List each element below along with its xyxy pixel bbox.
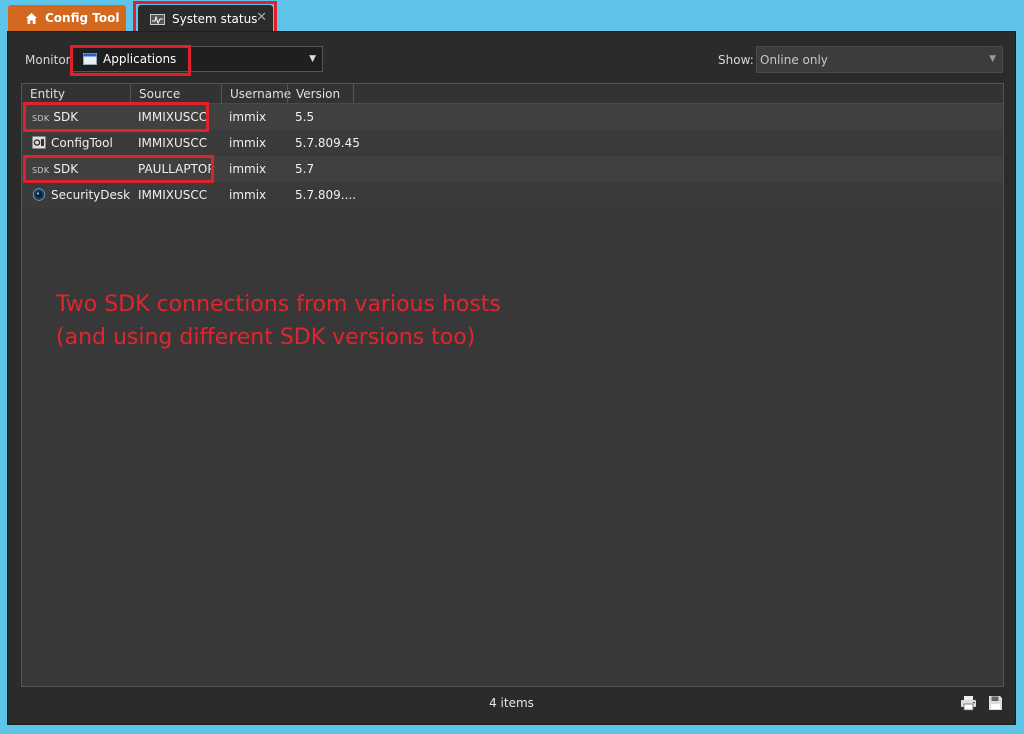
monitor-label: Monitor: [25,53,75,67]
monitor-dropdown[interactable]: Applications ▼ [72,46,323,72]
version-cell: 5.7.809.45 [295,136,360,150]
annotation-text: Two SDK connections from various hosts (… [56,288,501,354]
column-divider[interactable] [221,84,222,103]
table-row[interactable]: ConfigTool IMMIXUSCC immix 5.7.809.45 [22,130,1002,156]
entity-cell: ConfigTool [32,136,113,150]
column-header-version[interactable]: Version [296,87,340,101]
source-cell: IMMIXUSCC [138,188,208,202]
username-cell: immix [229,188,267,202]
table-row[interactable]: SecurityDesk IMMIXUSCC immix 5.7.809.... [22,182,1002,208]
chevron-down-icon: ▼ [309,54,316,64]
username-cell: immix [229,136,267,150]
entity-name: ConfigTool [51,136,113,150]
show-label: Show: [718,53,754,67]
annotation-line-1: Two SDK connections from various hosts [56,292,501,317]
system-status-panel: Monitor: Applications ▼ Show: Online onl… [7,31,1016,725]
source-cell: IMMIXUSCC [138,136,208,150]
table-header: Entity Source Username Version [22,84,1003,104]
save-icon[interactable] [988,695,1003,711]
security-desk-icon [32,188,46,201]
column-divider[interactable] [287,84,288,103]
version-cell: 5.7.809.... [295,188,357,202]
sdk-icon: SDK [32,166,50,175]
source-cell: PAULLAPTOP [138,162,215,176]
column-header-entity[interactable]: Entity [30,87,65,101]
table-row[interactable]: SDK SDK PAULLAPTOP immix 5.7 [22,156,1002,182]
column-divider[interactable] [353,84,354,103]
home-icon [25,12,38,25]
tab-config-tool[interactable]: Config Tool [8,5,126,31]
system-status-icon [150,13,165,25]
username-cell: immix [229,162,267,176]
entity-name: SDK [53,162,79,176]
annotation-line-2: (and using different SDK versions too) [56,325,476,350]
tab-config-tool-label: Config Tool [45,11,120,25]
print-icon[interactable] [960,695,977,711]
version-cell: 5.7 [295,162,315,176]
tab-system-status-label: System status [172,12,258,26]
monitor-value: Applications [103,52,177,66]
column-divider[interactable] [130,84,131,103]
column-header-source[interactable]: Source [139,87,180,101]
entity-cell: SDK SDK [32,162,78,176]
applications-table: Entity Source Username Version SDK SDK IM… [21,83,1004,687]
close-icon[interactable]: ✕ [256,11,267,25]
config-tool-icon [32,136,46,149]
entity-cell: SDK SDK [32,110,78,124]
entity-name: SDK [53,110,79,124]
source-cell: IMMIXUSCC [138,110,208,124]
show-dropdown[interactable]: Online only ▼ [756,46,1003,73]
tab-system-status[interactable]: System status ✕ [138,5,273,33]
entity-name: SecurityDesk [51,188,131,202]
column-header-username[interactable]: Username [230,87,291,101]
table-row[interactable]: SDK SDK IMMIXUSCC immix 5.5 [22,104,1002,130]
username-cell: immix [229,110,267,124]
sdk-icon: SDK [32,114,50,123]
applications-icon [83,53,97,65]
version-cell: 5.5 [295,110,315,124]
chevron-down-icon: ▼ [989,54,996,64]
item-count: 4 items [489,696,534,710]
entity-cell: SecurityDesk [32,188,130,202]
show-value: Online only [760,52,828,67]
